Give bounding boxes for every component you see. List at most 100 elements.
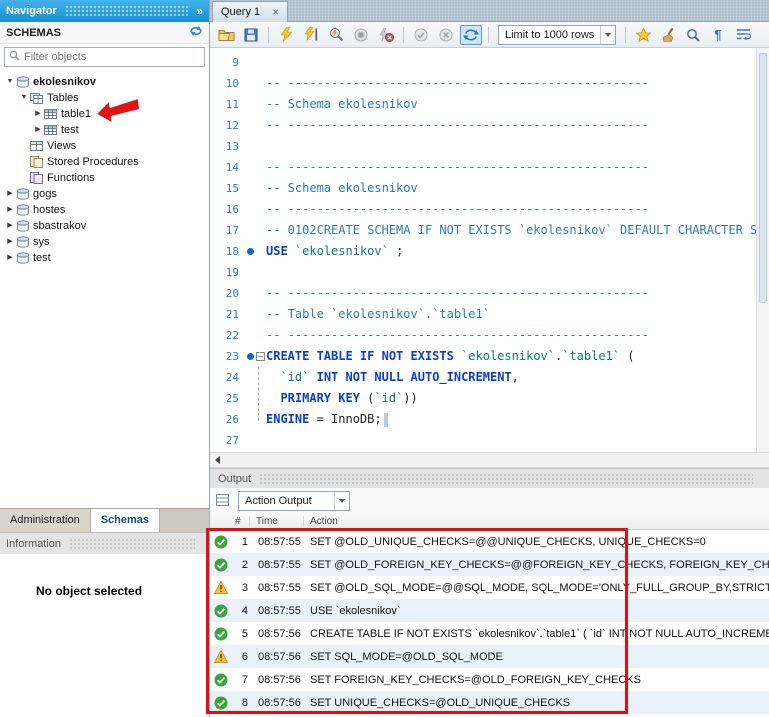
- tree-item-stored-procedures[interactable]: Stored Procedures: [0, 154, 209, 170]
- tree-item-functions[interactable]: Functions: [0, 170, 209, 186]
- chevron-right-icon[interactable]: ▶: [4, 202, 16, 218]
- chevron-down-icon[interactable]: ▼: [4, 74, 16, 90]
- column-header-time[interactable]: Time: [250, 516, 304, 527]
- editor-line-21: 21-- Table `ekolesnikov`.`table1`: [210, 304, 756, 325]
- output-toolbar: Action Output: [210, 488, 769, 514]
- line-number: 21: [210, 304, 244, 325]
- sql-editor[interactable]: 910-- ----------------------------------…: [210, 48, 769, 452]
- tree-item-views[interactable]: Views: [0, 138, 209, 154]
- chevron-right-icon[interactable]: ▶: [4, 218, 16, 234]
- chevron-right-icon[interactable]: ▶: [4, 186, 16, 202]
- code-text: -- -------------------------------------…: [266, 325, 756, 346]
- marker-column: [244, 157, 266, 178]
- tree-item-test[interactable]: ▶test: [0, 250, 209, 266]
- toggle-invisibles-icon[interactable]: ¶: [707, 25, 729, 45]
- scroll-left-icon[interactable]: [215, 456, 220, 464]
- editor-line-13: 13: [210, 136, 756, 157]
- tree-item-label: hostes: [33, 202, 65, 218]
- toggle-stop-on-error-icon[interactable]: [375, 25, 397, 45]
- open-script-icon[interactable]: [215, 25, 237, 45]
- output-row-3[interactable]: 308:57:55SET @OLD_SQL_MODE=@@SQL_MODE, S…: [210, 576, 769, 599]
- editor-line-11: 11-- Schema ekolesnikov: [210, 94, 756, 115]
- output-row-4[interactable]: 408:57:55USE `ekolesnikov`: [210, 599, 769, 622]
- editor-line-9: 9: [210, 52, 756, 73]
- filter-box[interactable]: [4, 47, 205, 67]
- tree-item-label: Stored Procedures: [47, 154, 139, 170]
- chevron-right-icon[interactable]: ▶: [32, 122, 44, 138]
- chevron-down-icon[interactable]: ▼: [18, 90, 30, 106]
- toolbar-separator: [625, 27, 626, 43]
- output-row-5[interactable]: 508:57:56CREATE TABLE IF NOT EXISTS `eko…: [210, 622, 769, 645]
- column-header-action[interactable]: Action: [304, 516, 769, 527]
- stop-icon[interactable]: [350, 25, 372, 45]
- output-row-2[interactable]: 208:57:55SET @OLD_FOREIGN_KEY_CHECKS=@@F…: [210, 553, 769, 576]
- editor-hscrollbar[interactable]: [210, 452, 769, 468]
- rollback-icon[interactable]: [435, 25, 457, 45]
- close-icon[interactable]: ×: [272, 6, 279, 18]
- marker-column: [244, 52, 266, 73]
- tree-item-test[interactable]: ▶test: [0, 122, 209, 138]
- explain-icon[interactable]: [325, 25, 347, 45]
- tree-item-table1[interactable]: ▶table1: [0, 106, 209, 122]
- marker-column: [244, 388, 266, 409]
- column-header-index[interactable]: #: [210, 516, 250, 527]
- marker-column: [244, 262, 266, 283]
- row-action: CREATE TABLE IF NOT EXISTS `ekolesnikov`…: [304, 628, 769, 640]
- output-row-8[interactable]: 808:57:56SET UNIQUE_CHECKS=@OLD_UNIQUE_C…: [210, 691, 769, 714]
- refresh-icon[interactable]: [189, 25, 203, 40]
- marker-column: [244, 283, 266, 304]
- tab-administration[interactable]: Administration: [0, 509, 91, 532]
- editor-line-27: 27: [210, 430, 756, 451]
- chevron-right-icon[interactable]: ▶: [4, 250, 16, 266]
- commit-icon[interactable]: [410, 25, 432, 45]
- marker-column: [244, 304, 266, 325]
- editor-vscrollbar[interactable]: [756, 48, 769, 452]
- query-panel: Query 1 × Limit to 1000 rows ¶ 910-- ---…: [210, 0, 769, 717]
- row-action: SET UNIQUE_CHECKS=@OLD_UNIQUE_CHECKS: [304, 697, 769, 709]
- save-script-icon[interactable]: [240, 25, 262, 45]
- execute-icon[interactable]: [275, 25, 297, 45]
- code-text: -- -------------------------------------…: [266, 283, 756, 304]
- schema-icon: [16, 252, 33, 264]
- schema-icon: [16, 76, 33, 88]
- schema-tree: ▼ekolesnikov▼Tables▶table1▶testViewsStor…: [0, 70, 209, 508]
- fold-collapse-icon[interactable]: −: [256, 352, 265, 361]
- output-row-7[interactable]: 708:57:56SET FOREIGN_KEY_CHECKS=@OLD_FOR…: [210, 668, 769, 691]
- line-number: 24: [210, 367, 244, 388]
- chevron-down-icon: [600, 26, 615, 44]
- schema-icon: [16, 188, 33, 200]
- row-action: SET @OLD_FOREIGN_KEY_CHECKS=@@FOREIGN_KE…: [304, 559, 769, 571]
- find-icon[interactable]: [682, 25, 704, 45]
- tree-item-sys[interactable]: ▶sys: [0, 234, 209, 250]
- line-number: 18: [210, 241, 244, 262]
- save-snippet-icon[interactable]: [632, 25, 654, 45]
- output-row-1[interactable]: 108:57:55SET @OLD_UNIQUE_CHECKS=@@UNIQUE…: [210, 530, 769, 553]
- output-row-6[interactable]: 608:57:56SET SQL_MODE=@OLD_SQL_MODE: [210, 645, 769, 668]
- tab-schemas[interactable]: Schemas: [91, 509, 160, 532]
- beautify-icon[interactable]: [657, 25, 679, 45]
- navigator-titlebar: Navigator »: [0, 0, 209, 22]
- execute-current-statement-icon[interactable]: [300, 25, 322, 45]
- success-icon: [210, 604, 232, 618]
- filter-input[interactable]: [24, 51, 200, 63]
- tree-item-tables[interactable]: ▼Tables: [0, 90, 209, 106]
- tree-item-hostes[interactable]: ▶ hostes: [0, 202, 209, 218]
- navigator-bottom-tabs: Administration Schemas: [0, 508, 209, 532]
- chevron-right-icon[interactable]: ▶: [32, 106, 44, 122]
- vscrollbar-thumb[interactable]: [759, 53, 767, 303]
- row-limit-select[interactable]: Limit to 1000 rows: [498, 25, 616, 45]
- warning-icon: [210, 581, 232, 594]
- tree-item-gogs[interactable]: ▶gogs: [0, 186, 209, 202]
- marker-column: [244, 220, 266, 241]
- tab-query-1[interactable]: Query 1 ×: [212, 1, 288, 22]
- line-number: 9: [210, 52, 244, 73]
- tree-item-sbastrakov[interactable]: ▶sbastrakov: [0, 218, 209, 234]
- schemas-header: SCHEMAS: [6, 27, 189, 39]
- collapse-panel-icon[interactable]: »: [196, 4, 203, 18]
- chevron-right-icon[interactable]: ▶: [4, 234, 16, 250]
- toggle-wrap-icon[interactable]: [732, 25, 754, 45]
- toggle-autocommit-icon[interactable]: [460, 25, 482, 45]
- tree-item-ekolesnikov[interactable]: ▼ekolesnikov: [0, 74, 209, 90]
- action-output-select[interactable]: Action Output: [238, 491, 350, 511]
- views-icon: [30, 140, 47, 152]
